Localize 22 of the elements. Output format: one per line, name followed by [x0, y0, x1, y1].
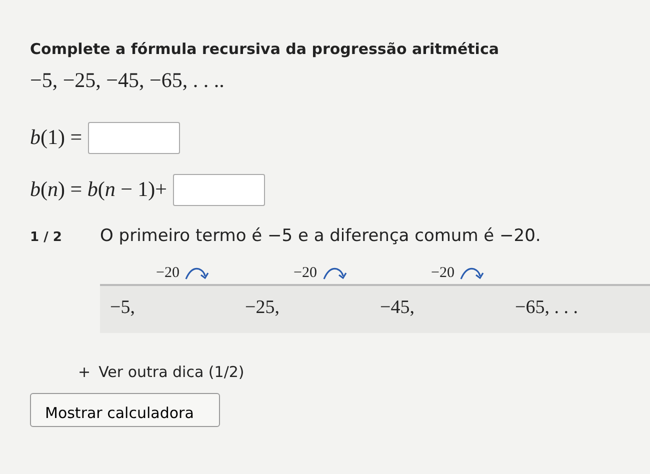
calculator-button[interactable]: Mostrar calculadora	[30, 393, 220, 427]
answer-field[interactable]	[173, 174, 266, 206]
more-hints-link[interactable]: + Ver outra dica (1/2)	[78, 360, 244, 383]
hint-text: O primeiro termo é −5 e a diferença comum é −20.	[100, 225, 541, 248]
equation-text: b(1) =	[30, 124, 82, 152]
term-text: −5,	[110, 296, 136, 320]
curved-arrow-icon	[460, 266, 484, 280]
sequence-text: −5, −25, −45, −65, . . ..	[30, 66, 226, 94]
step-label: −20	[431, 264, 454, 282]
term-text: −65, . . .	[515, 296, 579, 320]
more-hints-label: Ver outra dica (1/2)	[98, 362, 244, 380]
plus-icon: +	[78, 362, 91, 380]
answer-field[interactable]	[88, 122, 180, 154]
term-text: −25,	[245, 296, 280, 320]
question-title: Complete a fórmula recursiva da progressão aritmética	[30, 39, 500, 60]
equation-text: b(n) = b(n − 1)+	[30, 176, 168, 204]
hint-counter: 1 / 2	[30, 229, 63, 247]
curved-arrow-icon	[322, 266, 347, 280]
step-label: −20	[294, 264, 317, 282]
term-text: −45,	[380, 296, 416, 320]
curved-arrow-icon	[185, 266, 210, 280]
step-label: −20	[156, 264, 180, 282]
